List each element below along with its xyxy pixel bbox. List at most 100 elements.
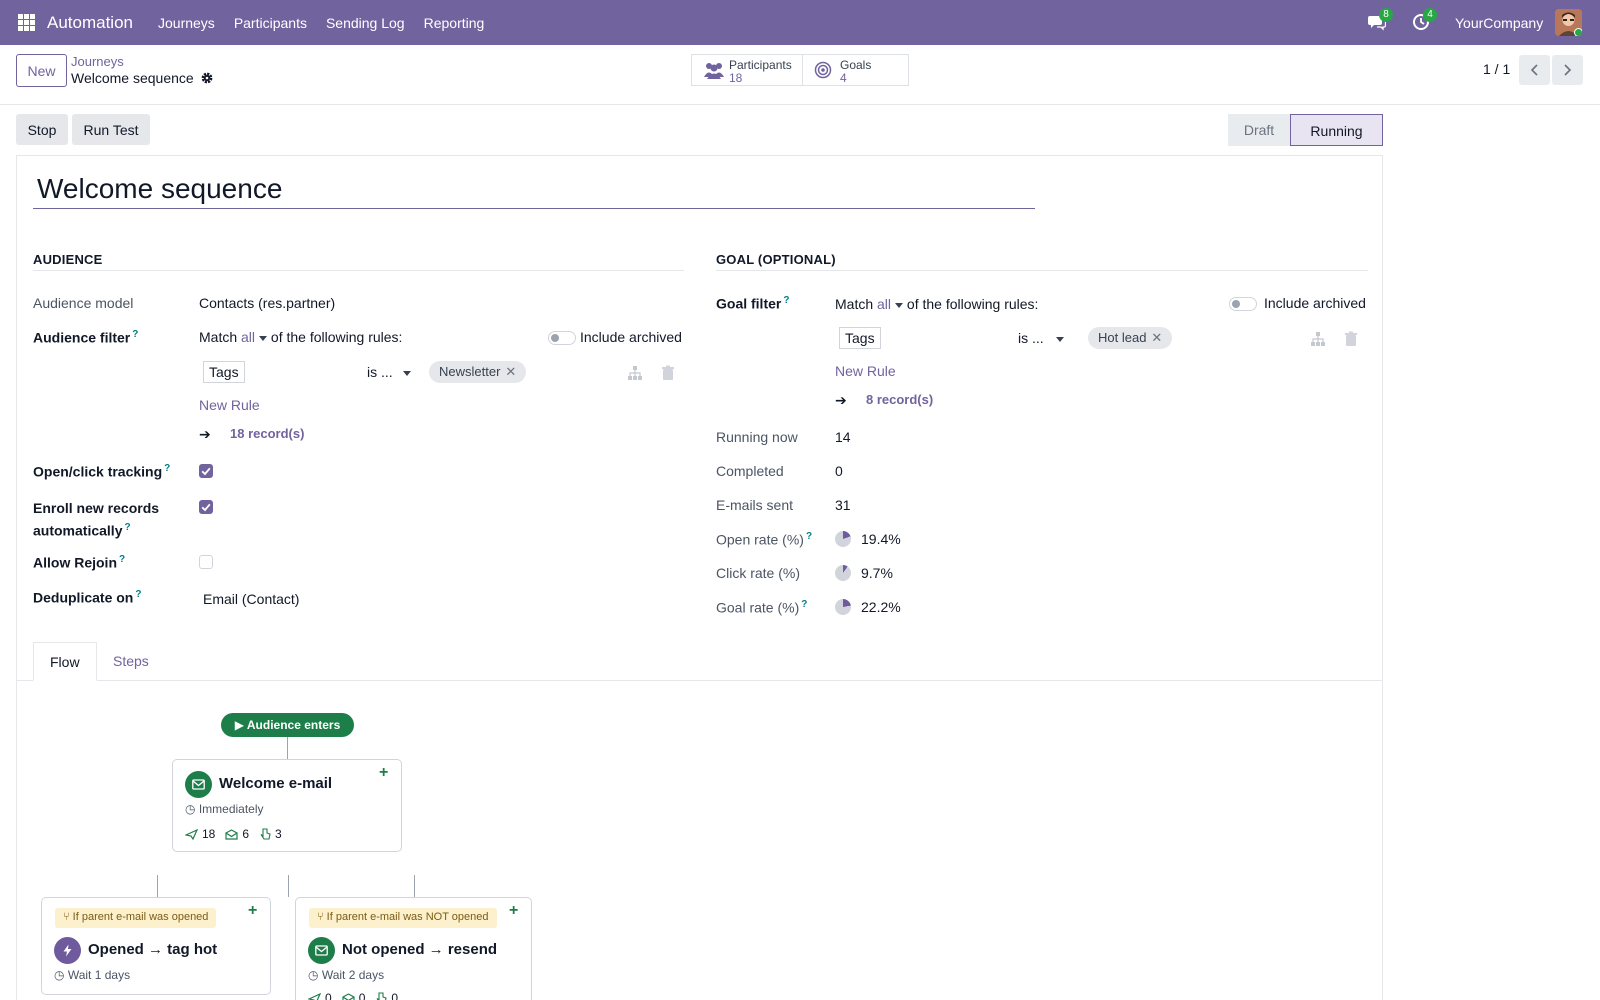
help-tooltip-icon[interactable]: ? bbox=[801, 599, 807, 610]
messages-icon[interactable]: 8 bbox=[1368, 8, 1393, 31]
goal-rule-operator[interactable]: is ... bbox=[1018, 330, 1064, 346]
menu-sending-log[interactable]: Sending Log bbox=[326, 15, 405, 31]
audience-new-rule-link[interactable]: New Rule bbox=[199, 397, 260, 413]
status-stage-draft[interactable]: Draft bbox=[1228, 114, 1290, 146]
running-now-label: Running now bbox=[716, 429, 798, 445]
apps-menu-icon[interactable] bbox=[18, 14, 35, 31]
rejoin-label: Allow Rejoin? bbox=[33, 554, 125, 571]
help-tooltip-icon[interactable]: ? bbox=[806, 531, 812, 542]
opened-stat: 6 bbox=[225, 827, 249, 841]
activities-clock-icon[interactable]: 4 bbox=[1412, 8, 1437, 31]
not-opened-resend-title: Not opened → resend bbox=[342, 941, 498, 958]
dedup-select[interactable]: Email (Contact) bbox=[203, 591, 299, 607]
audience-rule-field[interactable]: Tags bbox=[203, 361, 245, 383]
new-button[interactable]: New bbox=[16, 54, 67, 87]
not-opened-resend-timing-text: Wait 2 days bbox=[321, 968, 385, 982]
welcome-email-stats: 18 6 3 bbox=[185, 827, 282, 841]
pager-next-button[interactable] bbox=[1552, 55, 1583, 85]
audience-rule-operator-text: is ... bbox=[367, 364, 393, 380]
sitemap-icon[interactable] bbox=[627, 365, 643, 381]
activities-badge: 4 bbox=[1423, 8, 1437, 22]
help-tooltip-icon[interactable]: ? bbox=[124, 522, 130, 533]
open-rate-label: Open rate (%)? bbox=[716, 531, 812, 548]
goal-rule-field[interactable]: Tags bbox=[839, 327, 881, 349]
flow-connector bbox=[288, 875, 289, 897]
app-name[interactable]: Automation bbox=[47, 13, 133, 33]
add-child-step-icon[interactable]: + bbox=[248, 902, 257, 920]
rejoin-label-text: Allow Rejoin bbox=[33, 554, 117, 571]
clicked-count: 0 bbox=[391, 991, 399, 1000]
chevron-right-icon bbox=[1564, 64, 1572, 76]
flow-connector bbox=[414, 875, 415, 897]
pointer-icon bbox=[260, 828, 271, 840]
welcome-email-card[interactable]: + Welcome e-mail ◷ Immediately 18 6 3 bbox=[172, 759, 402, 852]
clicked-stat: 3 bbox=[259, 827, 282, 841]
match-mode-select[interactable]: all bbox=[241, 329, 268, 345]
enroll-checkbox[interactable] bbox=[199, 500, 213, 514]
tab-steps[interactable]: Steps bbox=[97, 642, 165, 681]
gear-icon[interactable] bbox=[200, 71, 214, 85]
trash-icon[interactable] bbox=[1343, 331, 1359, 347]
envelope-open-icon bbox=[225, 828, 238, 840]
audience-model-value: Contacts (res.partner) bbox=[199, 295, 336, 311]
goal-rate-label: Goal rate (%)? bbox=[716, 599, 807, 616]
goal-match-mode-select[interactable]: all bbox=[877, 296, 904, 312]
add-child-step-icon[interactable]: + bbox=[379, 764, 388, 782]
remove-tag-icon[interactable]: ✕ bbox=[505, 364, 516, 379]
goal-include-archived-toggle[interactable] bbox=[1229, 297, 1257, 311]
company-switcher[interactable]: YourCompany bbox=[1455, 15, 1543, 31]
help-tooltip-icon[interactable]: ? bbox=[132, 329, 138, 340]
run-test-button[interactable]: Run Test bbox=[72, 114, 150, 145]
opened-stat: 0 bbox=[342, 991, 365, 1000]
status-stage-running[interactable]: Running bbox=[1290, 114, 1383, 146]
condition-badge: ⑂ If parent e-mail was opened bbox=[55, 908, 217, 928]
goal-rule-operator-text: is ... bbox=[1018, 330, 1044, 346]
goal-records-link[interactable]: 8 record(s) bbox=[866, 392, 933, 407]
menu-reporting[interactable]: Reporting bbox=[424, 15, 485, 31]
goal-new-rule-link[interactable]: New Rule bbox=[835, 363, 896, 379]
audience-include-archived-toggle[interactable] bbox=[548, 331, 576, 345]
match-suffix: of the following rules: bbox=[270, 329, 403, 345]
help-tooltip-icon[interactable]: ? bbox=[164, 463, 170, 474]
menu-participants[interactable]: Participants bbox=[234, 15, 307, 31]
enroll-label-line1: Enroll new records bbox=[33, 500, 160, 516]
completed-value: 0 bbox=[835, 463, 843, 479]
welcome-email-timing-text: Immediately bbox=[198, 802, 264, 816]
add-child-step-icon[interactable]: + bbox=[509, 902, 518, 920]
rejoin-checkbox[interactable] bbox=[199, 555, 213, 569]
trash-icon[interactable] bbox=[660, 365, 676, 381]
help-tooltip-icon[interactable]: ? bbox=[135, 589, 141, 600]
sitemap-icon[interactable] bbox=[1310, 331, 1326, 347]
not-opened-resend-card[interactable]: ⑂ If parent e-mail was NOT opened + Not … bbox=[295, 897, 532, 1000]
tab-flow[interactable]: Flow bbox=[33, 642, 97, 681]
main-menu: Journeys Participants Sending Log Report… bbox=[158, 15, 503, 31]
pager-value[interactable]: 1 / 1 bbox=[1483, 61, 1510, 77]
journey-name-input[interactable]: Welcome sequence bbox=[37, 173, 282, 205]
opened-tag-hot-card[interactable]: ⑂ If parent e-mail was opened + Opened →… bbox=[41, 897, 271, 995]
email-icon bbox=[308, 937, 335, 964]
audience-records-link[interactable]: 18 record(s) bbox=[230, 426, 304, 441]
remove-tag-icon[interactable]: ✕ bbox=[1151, 330, 1162, 345]
stop-button[interactable]: Stop bbox=[16, 114, 68, 145]
audience-rule-operator[interactable]: is ... bbox=[367, 364, 411, 380]
breadcrumb-journeys[interactable]: Journeys bbox=[71, 54, 124, 69]
help-tooltip-icon[interactable]: ? bbox=[783, 295, 789, 306]
sent-count: 0 bbox=[325, 991, 332, 1000]
not-opened-resend-stats: 0 0 0 bbox=[308, 991, 398, 1000]
participants-smart-button[interactable]: Participants 18 bbox=[692, 55, 803, 85]
pointer-icon bbox=[376, 992, 388, 1000]
audience-tag-label: Newsletter bbox=[439, 364, 501, 379]
user-avatar[interactable] bbox=[1555, 9, 1582, 36]
branch-icon: ⑂ bbox=[63, 911, 70, 923]
goals-count: 4 bbox=[839, 71, 847, 85]
goals-smart-button[interactable]: Goals 4 bbox=[803, 55, 908, 85]
goal-rate-pie bbox=[835, 599, 851, 615]
help-tooltip-icon[interactable]: ? bbox=[119, 554, 125, 565]
chevron-left-icon bbox=[1530, 64, 1538, 76]
breadcrumb-current-record: Welcome sequence bbox=[71, 70, 194, 86]
tracking-checkbox[interactable] bbox=[199, 464, 213, 478]
flow-connector bbox=[157, 875, 158, 897]
audience-filter-text: Audience filter bbox=[33, 329, 131, 346]
menu-journeys[interactable]: Journeys bbox=[158, 15, 215, 31]
pager-previous-button[interactable] bbox=[1519, 55, 1550, 85]
